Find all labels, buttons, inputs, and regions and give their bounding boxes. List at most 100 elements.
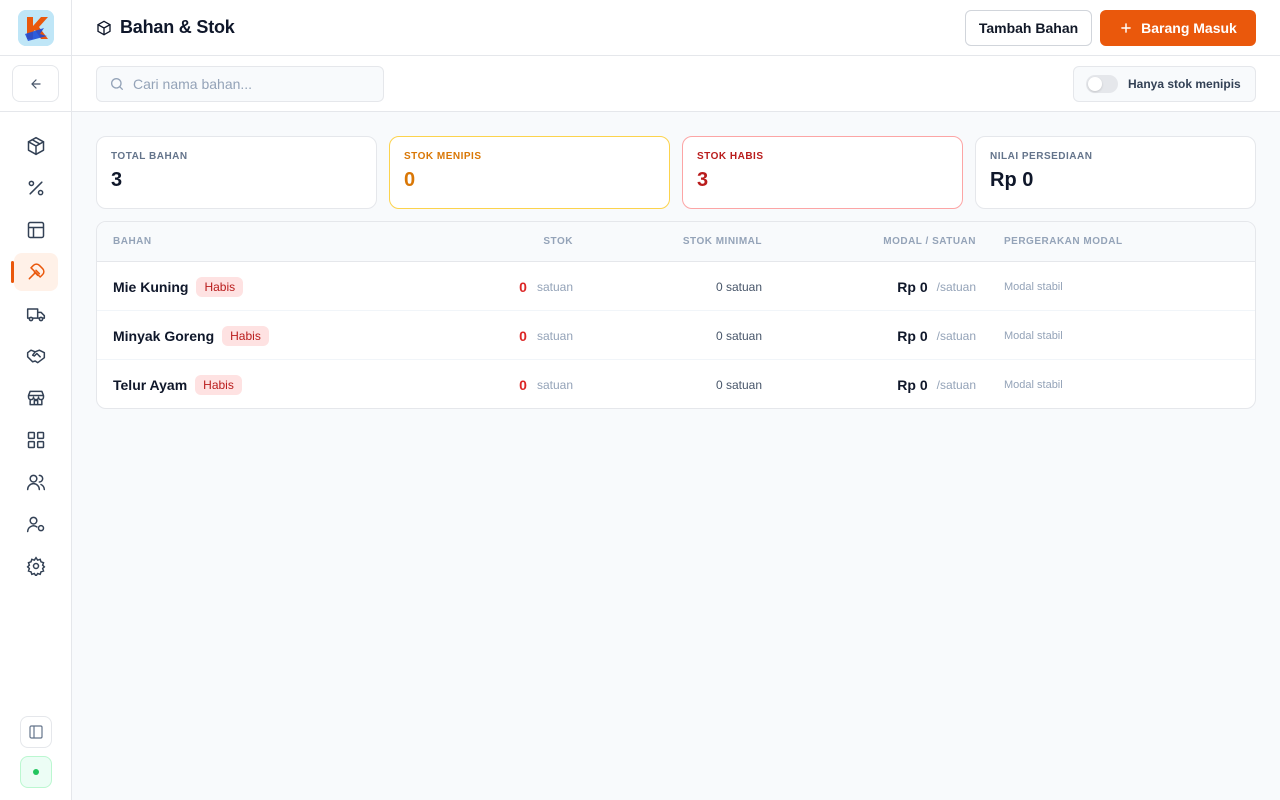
sidebar-item-settings[interactable] (14, 547, 58, 585)
cost-value: Rp 0 (897, 376, 928, 393)
sidebar-item-package[interactable] (14, 127, 58, 165)
stock-cell: 0 satuan (519, 360, 573, 408)
incoming-goods-button[interactable]: Barang Masuk (1100, 10, 1256, 46)
stock-cell: 0 satuan (519, 311, 573, 360)
movement-cell: Modal stabil (1004, 360, 1063, 408)
table-row[interactable]: Telur Ayam Habis 0 satuan 0 satuan Rp 0 … (97, 360, 1255, 408)
user-cog-icon (26, 516, 45, 533)
handshake-icon (26, 349, 46, 364)
stock-unit: satuan (536, 279, 573, 294)
grid-icon (27, 431, 45, 449)
table-header: BAHAN STOK STOK MINIMAL MODAL / SATUAN P… (97, 222, 1255, 262)
package-icon (27, 136, 45, 156)
cost-cell: Rp 0 /satuan (897, 360, 976, 408)
material-name: Minyak Goreng (113, 327, 215, 344)
cost-movement: Modal stabil (1004, 280, 1063, 293)
cost-unit: /satuan (936, 377, 976, 392)
min-stock-value: 0 satuan (715, 377, 762, 392)
stat-card-out-of-stock: STOK HABIS 3 (682, 136, 963, 209)
back-button[interactable] (12, 65, 59, 102)
material-cell: Minyak Goreng Habis (113, 311, 269, 360)
package-icon (97, 20, 111, 35)
table-row[interactable]: Mie Kuning Habis 0 satuan 0 satuan Rp 0 … (97, 262, 1255, 311)
status-dot-icon (33, 769, 39, 775)
min-stock-cell: 0 satuan (716, 311, 762, 360)
stat-card-inventory-value: NILAI PERSEDIAAN Rp 0 (975, 136, 1256, 209)
stock-value: 0 (519, 327, 527, 344)
truck-icon (26, 308, 46, 322)
arrow-left-icon (30, 78, 41, 89)
cost-cell: Rp 0 /satuan (897, 262, 976, 311)
toolbar: Hanya stok menipis (72, 56, 1280, 112)
column-header-cost: MODAL / SATUAN (883, 236, 976, 247)
low-stock-toggle-label: Hanya stok menipis (1128, 77, 1241, 91)
ingredients-icon (28, 263, 45, 280)
low-stock-switch[interactable] (1086, 75, 1118, 93)
status-badge: Habis (196, 276, 244, 297)
material-cell: Telur Ayam Habis (113, 360, 242, 408)
sidebar-item-delivery[interactable] (14, 295, 58, 333)
incoming-goods-label: Barang Masuk (1141, 20, 1237, 36)
column-header-min-stock: STOK MINIMAL (682, 236, 762, 247)
stat-label: STOK MENIPIS (404, 151, 482, 162)
sidebar-item-users[interactable] (14, 463, 58, 501)
page-header: Bahan & Stok Tambah Bahan Barang Masuk (72, 0, 1280, 56)
divider (0, 55, 72, 56)
stat-label: STOK HABIS (697, 151, 764, 162)
stock-unit: satuan (536, 328, 573, 343)
stat-value: 3 (697, 169, 709, 191)
sidebar-item-apps[interactable] (14, 421, 58, 459)
search-box (96, 66, 384, 102)
stat-card-total: TOTAL BAHAN 3 (96, 136, 377, 209)
stat-label: NILAI PERSEDIAAN (990, 151, 1093, 162)
material-name: Mie Kuning (113, 278, 189, 295)
percent-icon (28, 180, 44, 196)
stock-value: 0 (519, 278, 527, 295)
table-row[interactable]: Minyak Goreng Habis 0 satuan 0 satuan Rp… (97, 311, 1255, 360)
low-stock-filter[interactable]: Hanya stok menipis (1073, 66, 1256, 102)
column-header-stock: STOK (543, 236, 573, 247)
cost-movement: Modal stabil (1004, 378, 1063, 391)
gear-icon (26, 556, 46, 576)
stock-value: 0 (519, 376, 527, 393)
page-title-group: Bahan & Stok (96, 17, 235, 38)
cost-value: Rp 0 (897, 278, 928, 295)
sidebar-item-store[interactable] (14, 379, 58, 417)
min-stock-value: 0 satuan (715, 328, 762, 343)
stat-label: TOTAL BAHAN (111, 151, 188, 162)
stat-card-low-stock: STOK MENIPIS 0 (389, 136, 670, 209)
sidebar (0, 0, 72, 800)
sidebar-item-discount[interactable] (14, 169, 58, 207)
stat-value: Rp 0 (990, 169, 1034, 191)
search-input[interactable] (133, 76, 373, 92)
cost-value: Rp 0 (897, 327, 928, 344)
movement-cell: Modal stabil (1004, 311, 1063, 360)
stat-value: 0 (404, 169, 416, 191)
page-title: Bahan & Stok (120, 17, 235, 37)
divider (0, 111, 72, 112)
column-header-cost-movement: PERGERAKAN MODAL (1004, 236, 1123, 247)
add-material-button[interactable]: Tambah Bahan (965, 10, 1092, 46)
min-stock-cell: 0 satuan (716, 262, 762, 311)
material-cell: Mie Kuning Habis (113, 262, 244, 311)
sidebar-item-partners[interactable] (14, 337, 58, 375)
search-icon (111, 78, 123, 90)
sidebar-item-layout[interactable] (14, 211, 58, 249)
movement-cell: Modal stabil (1004, 262, 1063, 311)
layout-icon (27, 221, 45, 239)
status-badge: Habis (222, 325, 269, 346)
plus-icon (1121, 23, 1131, 33)
stock-unit: satuan (536, 377, 573, 392)
connection-status-button[interactable] (20, 756, 52, 788)
min-stock-value: 0 satuan (715, 279, 762, 294)
app-logo[interactable] (18, 10, 54, 46)
min-stock-cell: 0 satuan (715, 360, 762, 408)
sidebar-item-ingredients[interactable] (11, 253, 58, 291)
users-icon (26, 474, 46, 491)
sidebar-item-user-settings[interactable] (14, 505, 58, 543)
column-header-material: BAHAN (113, 236, 152, 247)
collapse-sidebar-button[interactable] (20, 716, 52, 748)
materials-table: BAHAN STOK STOK MINIMAL MODAL / SATUAN P… (96, 221, 1256, 409)
cost-movement: Modal stabil (1004, 329, 1063, 342)
sidebar-panel-icon (29, 725, 43, 739)
